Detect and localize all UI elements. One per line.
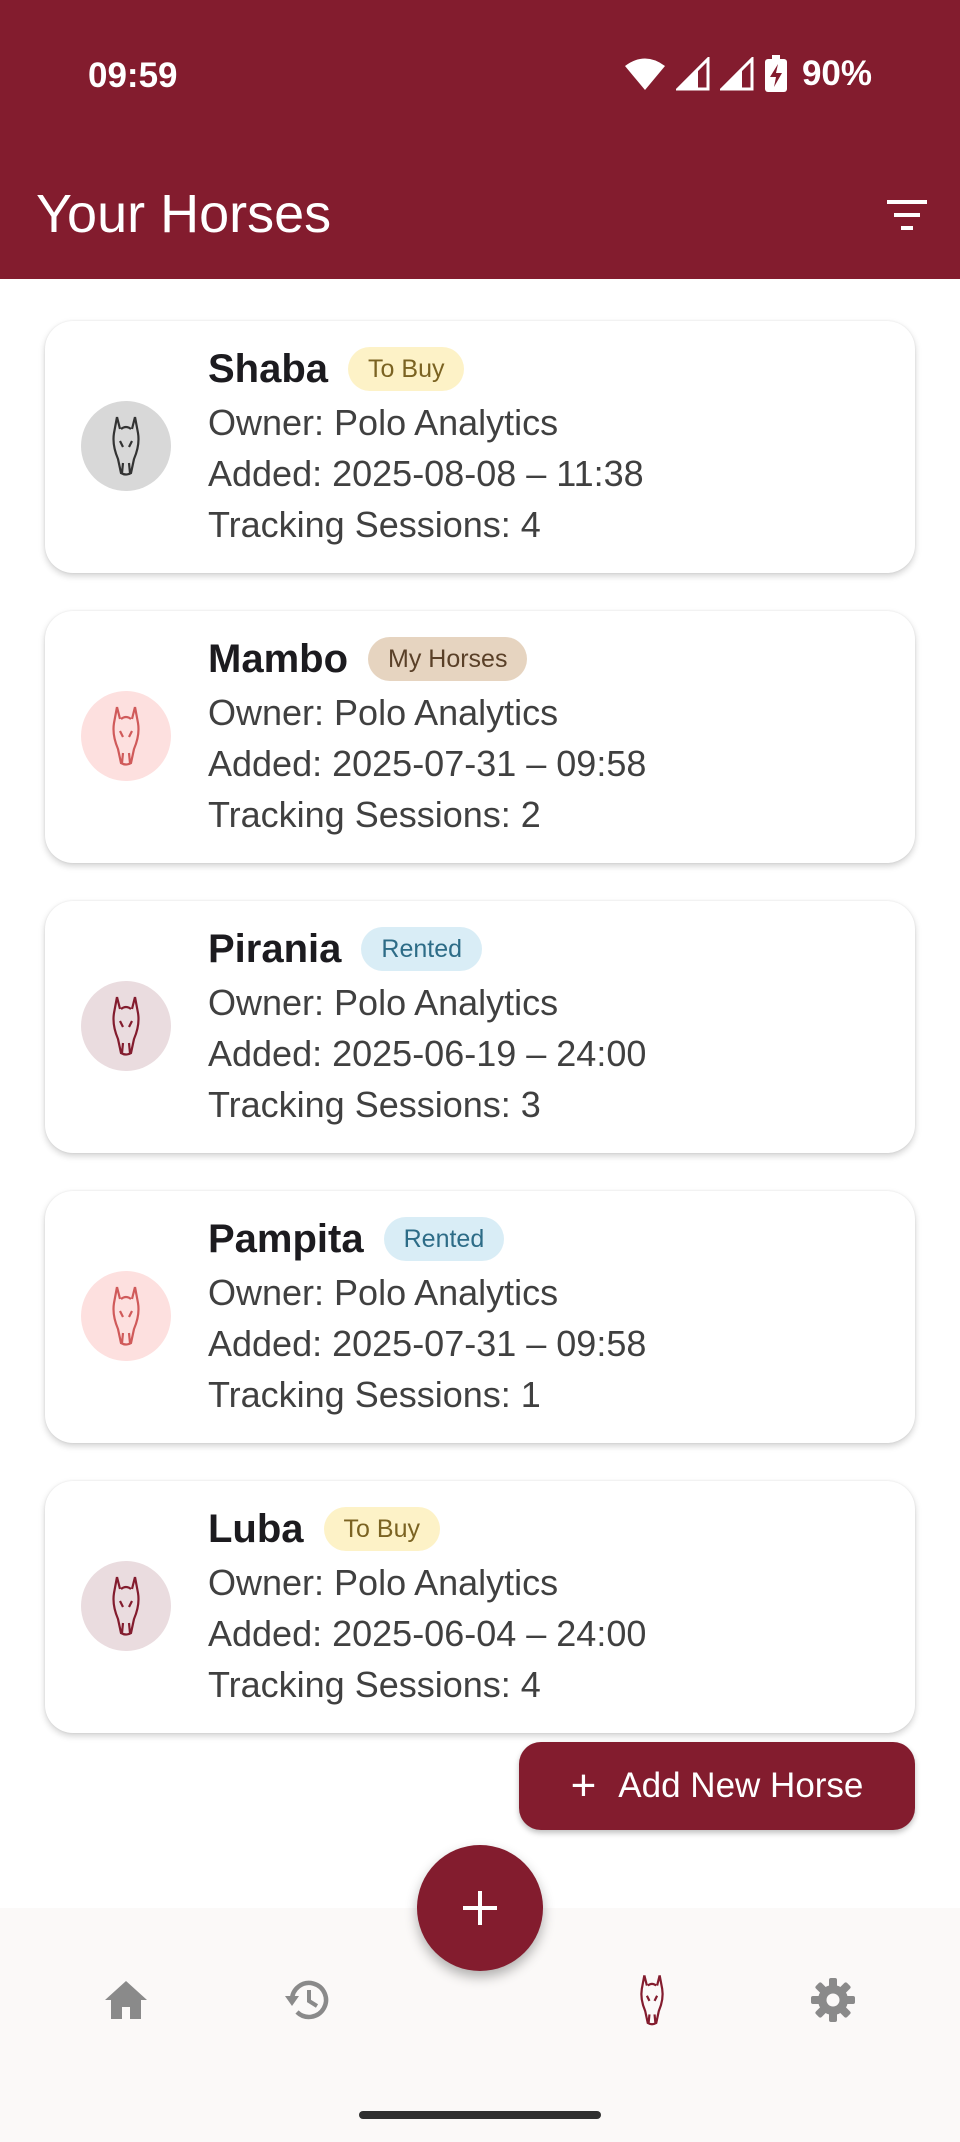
horse-avatar — [81, 1561, 171, 1651]
horse-owner: Owner: Polo Analytics — [208, 1562, 559, 1603]
horse-tracking-sessions: Tracking Sessions: 1 — [208, 1374, 541, 1415]
status-badge: Rented — [383, 1217, 505, 1261]
nav-horses[interactable] — [622, 1970, 682, 2030]
horse-tracking-sessions: Tracking Sessions: 2 — [208, 794, 541, 835]
nav-history[interactable] — [277, 1970, 337, 2030]
horse-card[interactable]: Shaba To Buy Owner: Polo Analytics Added… — [45, 321, 915, 573]
status-badge: To Buy — [323, 1507, 440, 1551]
horse-owner: Owner: Polo Analytics — [208, 402, 559, 443]
horse-tracking-sessions: Tracking Sessions: 3 — [208, 1084, 541, 1125]
signal-icon — [675, 57, 710, 91]
horse-head-icon — [112, 1286, 140, 1346]
plus-icon — [463, 1891, 497, 1925]
filter-icon — [887, 200, 927, 230]
settings-icon — [811, 1978, 855, 2022]
horse-avatar — [81, 981, 171, 1071]
horse-avatar — [81, 401, 171, 491]
status-badge: Rented — [361, 927, 483, 971]
horse-name: Mambo — [208, 636, 348, 681]
horse-card[interactable]: Pirania Rented Owner: Polo Analytics Add… — [45, 901, 915, 1153]
horse-head-icon — [112, 416, 140, 476]
add-new-horse-label: Add New Horse — [618, 1766, 864, 1805]
horse-card[interactable]: Mambo My Horses Owner: Polo Analytics Ad… — [45, 611, 915, 863]
nav-home[interactable] — [96, 1970, 156, 2030]
plus-icon: + — [570, 1761, 597, 1810]
app-bar: 09:59 90% Your Horses — [0, 0, 960, 279]
horse-head-icon — [112, 1576, 140, 1636]
horse-card[interactable]: Pampita Rented Owner: Polo Analytics Add… — [45, 1191, 915, 1443]
nav-settings[interactable] — [803, 1970, 863, 2030]
signal-icon-2 — [719, 57, 754, 91]
horse-avatar — [81, 1271, 171, 1361]
horse-tracking-sessions: Tracking Sessions: 4 — [208, 504, 541, 545]
history-icon — [285, 1980, 329, 2020]
horse-name: Shaba — [208, 346, 329, 391]
home-icon — [105, 1981, 147, 2019]
add-fab-button[interactable] — [417, 1845, 543, 1971]
status-badge: To Buy — [348, 347, 465, 391]
horse-icon — [640, 1975, 664, 2026]
horse-list: Shaba To Buy Owner: Polo Analytics Added… — [45, 321, 915, 1771]
horse-added-date: Added: 2025-06-04 – 24:00 — [208, 1613, 647, 1654]
status-badge: My Horses — [368, 637, 528, 681]
horse-owner: Owner: Polo Analytics — [208, 1272, 559, 1313]
horse-added-date: Added: 2025-07-31 – 09:58 — [208, 743, 647, 784]
battery-percentage: 90% — [801, 54, 872, 93]
horse-head-icon — [112, 706, 140, 766]
filter-button[interactable] — [880, 188, 934, 242]
horse-added-date: Added: 2025-08-08 – 11:38 — [208, 453, 644, 494]
add-new-horse-button[interactable]: + Add New Horse — [519, 1742, 915, 1830]
status-time: 09:59 — [88, 56, 178, 95]
home-indicator — [359, 2111, 601, 2119]
horse-name: Luba — [208, 1506, 304, 1551]
horse-avatar — [81, 691, 171, 781]
horse-owner: Owner: Polo Analytics — [208, 692, 559, 733]
horse-name: Pirania — [208, 926, 342, 971]
page-title: Your Horses — [36, 184, 332, 244]
horse-card[interactable]: Luba To Buy Owner: Polo Analytics Added:… — [45, 1481, 915, 1733]
horse-head-icon — [112, 996, 140, 1056]
horse-added-date: Added: 2025-06-19 – 24:00 — [208, 1033, 647, 1074]
horse-owner: Owner: Polo Analytics — [208, 982, 559, 1023]
horse-added-date: Added: 2025-07-31 – 09:58 — [208, 1323, 647, 1364]
horse-name: Pampita — [208, 1216, 364, 1261]
horse-tracking-sessions: Tracking Sessions: 4 — [208, 1664, 541, 1705]
wifi-icon — [624, 58, 665, 90]
status-icons: 90% — [624, 52, 872, 96]
battery-charging-icon — [764, 55, 787, 92]
